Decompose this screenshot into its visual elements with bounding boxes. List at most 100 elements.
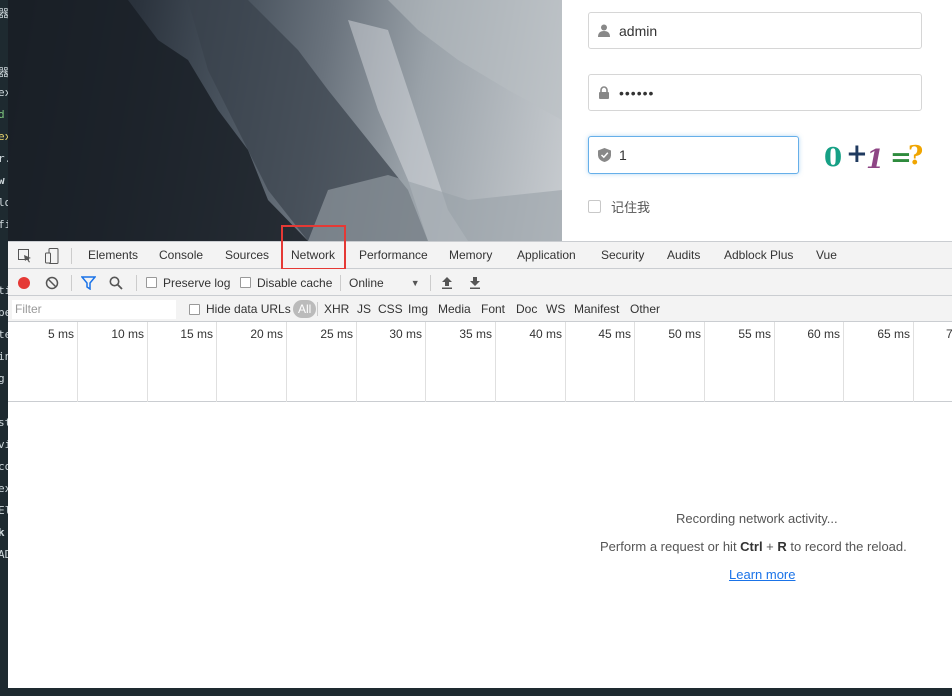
disable-cache-checkbox[interactable] [240,277,251,288]
timeline-tick-label: 60 ms [807,327,840,341]
tab-security[interactable]: Security [593,242,652,269]
editor-text: ex [0,130,8,143]
editor-text: g [0,372,5,385]
devtools-panel: Elements Console Sources Network Perform… [8,225,952,689]
editor-text: tic [0,284,8,297]
lock-icon [589,86,619,99]
hide-data-urls-label: Hide data URLs [206,302,291,316]
tab-network[interactable]: Network [283,242,343,269]
learn-more-link[interactable]: Learn more [729,567,829,582]
type-filter-js[interactable]: JS [357,296,371,322]
toolbar-separator [340,275,341,291]
timeline-tick-label: 25 ms [320,327,353,341]
reload-hint-prefix: Perform a request or hit [600,539,741,554]
timeline-tick: 65 ms [844,322,914,402]
page-viewport: admin •••••• 1 0 + 1 = ? 记住我 [8,0,952,241]
tabbar-separator [71,248,72,264]
editor-text: ld [0,196,8,209]
hide-data-urls-checkbox[interactable] [189,303,200,315]
timeline-tick-label: 35 ms [459,327,492,341]
type-filter-all-label: All [293,300,317,318]
tab-audits[interactable]: Audits [659,242,708,269]
throttling-select[interactable]: Online ▼ [349,269,420,296]
shortcut-plus: + [762,539,778,554]
editor-text: pe [0,306,8,319]
timeline-tick: 15 ms [148,322,217,402]
type-filter-all[interactable]: All [293,296,317,322]
tab-elements[interactable]: Elements [80,242,146,269]
type-filter-font[interactable]: Font [481,296,505,322]
waterfall-background-image [8,0,562,241]
remember-checkbox[interactable] [588,200,601,213]
type-filter-xhr[interactable]: XHR [324,296,349,322]
network-empty-state: Recording network activity... Perform a … [8,402,952,689]
filter-input[interactable]: Filter [12,300,176,319]
type-filter-media[interactable]: Media [438,296,471,322]
dropdown-arrow-icon: ▼ [410,277,420,288]
editor-text: ex [0,86,8,99]
remember-me[interactable]: 记住我 [588,197,650,216]
preserve-log-toggle[interactable]: Preserve log [146,269,230,296]
disable-cache-toggle[interactable]: Disable cache [240,269,332,296]
captcha-input[interactable]: 1 [588,136,799,174]
editor-text: 器 [0,66,8,79]
tab-memory[interactable]: Memory [441,242,500,269]
tab-performance[interactable]: Performance [351,242,436,269]
type-filter-manifest[interactable]: Manifest [574,296,619,322]
clear-icon[interactable] [45,269,59,296]
editor-text: te [0,328,8,341]
hide-data-urls-toggle[interactable]: Hide data URLs [189,296,291,322]
remember-label: 记住我 [611,200,651,215]
type-filter-doc[interactable]: Doc [516,296,537,322]
tab-adblock-plus[interactable]: Adblock Plus [716,242,801,269]
tab-console[interactable]: Console [151,242,211,269]
type-filter-ws[interactable]: WS [546,296,565,322]
recording-message: Recording network activity... [676,511,838,526]
timeline-tick: 35 ms [426,322,496,402]
editor-text: vi [0,438,8,451]
timeline-tick-label: 7 [946,327,952,341]
type-filter-img[interactable]: Img [408,296,428,322]
devtools-tabbar: Elements Console Sources Network Perform… [8,242,952,269]
editor-text: ex [0,482,8,495]
device-toolbar-icon[interactable] [43,247,61,265]
password-field[interactable]: •••••• [588,74,922,111]
user-icon [589,24,619,37]
reload-hint-suffix: to record the reload. [786,539,907,554]
username-field[interactable]: admin [588,12,922,49]
editor-text: k [0,526,5,539]
timeline-tick-label: 40 ms [529,327,562,341]
export-har-icon[interactable] [469,269,481,296]
network-overview-timeline: 5 ms 10 ms 15 ms 20 ms 25 ms 30 ms 35 ms… [8,322,952,402]
window-bottom-edge [0,688,952,696]
disable-cache-label: Disable cache [257,275,333,290]
timeline-tick: 55 ms [705,322,775,402]
tab-application[interactable]: Application [509,242,584,269]
timeline-tick-label: 10 ms [111,327,144,341]
shortcut-key-r: R [777,539,787,554]
timeline-tick: 45 ms [566,322,635,402]
inspect-element-icon[interactable] [16,247,34,265]
toolbar-separator [71,275,72,291]
captcha-char: ? [908,141,924,171]
timeline-tick-label: 20 ms [250,327,283,341]
filterbar-separator [317,302,318,316]
shield-icon [589,148,619,162]
captcha-char: 1 [866,145,885,175]
import-har-icon[interactable] [441,269,453,296]
editor-text: co [0,460,8,473]
timeline-tick: 7 [914,322,952,402]
preserve-log-checkbox[interactable] [146,277,157,288]
tab-vue[interactable]: Vue [808,242,845,269]
captcha-image[interactable]: 0 + 1 = ? [816,139,926,177]
type-filter-css[interactable]: CSS [378,296,403,322]
timeline-tick: 30 ms [357,322,426,402]
tab-sources[interactable]: Sources [217,242,277,269]
type-filter-other[interactable]: Other [630,296,660,322]
filter-icon[interactable] [81,269,96,296]
editor-side-strip: 器 器 ex d ex r. w ld fi tic pe te in g st… [0,0,8,696]
search-icon[interactable] [109,269,123,296]
record-button[interactable] [17,269,31,296]
timeline-tick-label: 55 ms [738,327,771,341]
captcha-input-value: 1 [619,147,627,163]
